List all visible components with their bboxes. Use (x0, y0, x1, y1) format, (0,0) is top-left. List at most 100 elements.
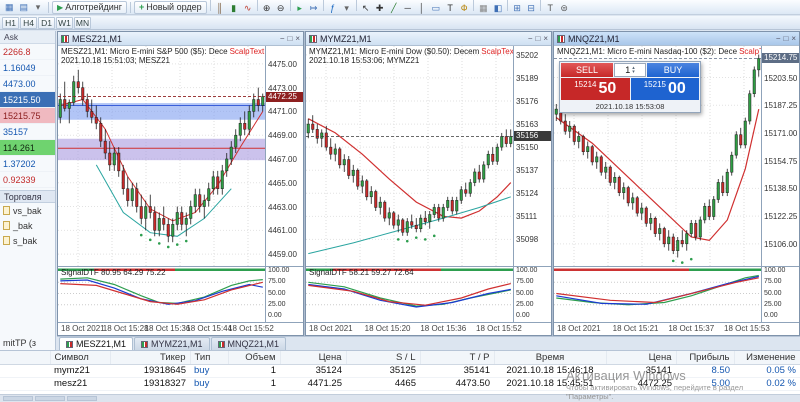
indicator-plot[interactable]: SignalDTF 58.21 59.27 72.64 (306, 267, 513, 322)
timeframe-w1[interactable]: W1 (56, 16, 73, 29)
trendline-icon[interactable]: ╱ (387, 2, 401, 15)
bar-chart-icon[interactable]: ║ (213, 1, 227, 14)
time-axis[interactable]: 18 Oct 2021 18 Oct 15:20 18 Oct 15:36 18 Oc… (306, 323, 551, 335)
stepper-down-icon[interactable]: ▾ (632, 70, 635, 75)
column-header[interactable]: S / L (346, 351, 421, 365)
grid-icon[interactable]: ▦ (476, 2, 491, 15)
crosshair-icon[interactable]: ✚ (373, 2, 387, 15)
line-chart-icon[interactable]: ∿ (241, 2, 255, 15)
window-close-button[interactable]: × (295, 34, 300, 43)
window-minimize-button[interactable]: − (528, 34, 533, 43)
ellipse-icon[interactable]: ⊜ (557, 2, 571, 15)
algo-trading-button[interactable]: ▶ Алготрейдинг (52, 0, 128, 14)
window-close-button[interactable]: × (791, 34, 796, 43)
cascade-windows-icon[interactable]: ⊟ (524, 2, 538, 15)
column-header[interactable] (0, 351, 51, 365)
chart-tab-mymz21-m1[interactable]: MYMZ21,M1 (134, 337, 210, 350)
window-restore-button[interactable]: □ (535, 34, 540, 43)
zoom-in-icon[interactable]: ⊕ (260, 2, 274, 15)
market-watch-row[interactable]: 1.16049 (0, 60, 55, 76)
window-restore-button[interactable]: □ (783, 34, 788, 43)
candlestick-chart-icon[interactable]: ▮ (227, 2, 241, 15)
timeframe-mn[interactable]: MN (74, 16, 91, 29)
indicator-plot[interactable]: SignalDTF 80.95 64.29 75.22 (58, 267, 265, 322)
toolbox-tab-stub[interactable] (3, 396, 33, 401)
time-axis[interactable]: 18 Oct 2021 18 Oct 15:28 18 Oct 15:36 18 Oc… (58, 323, 303, 335)
time-axis[interactable]: 18 Oct 2021 18 Oct 15:21 18 Oct 15:37 18 Oc… (554, 323, 799, 335)
expert-advisor-label[interactable]: mitTP (з (3, 338, 36, 348)
tile-windows-icon[interactable]: ⊞ (510, 2, 524, 15)
chart-tab-mesz21-m1[interactable]: MESZ21,M1 (59, 337, 134, 350)
market-watch-row[interactable]: 35157 (0, 124, 55, 140)
window-minimize-button[interactable]: − (280, 34, 285, 43)
chart-shift-icon[interactable]: ↦ (307, 2, 321, 15)
column-header[interactable]: Цена (280, 351, 347, 365)
lot-size-input[interactable]: 1 ▴ ▾ (614, 63, 646, 77)
column-header[interactable]: Изменение (734, 351, 800, 365)
market-watch-column-header[interactable]: Ask (0, 31, 55, 44)
market-watch-row[interactable]: 4473.00 (0, 76, 55, 92)
market-watch-row[interactable]: 0.92339 (0, 172, 55, 188)
indicator-scale[interactable]: 100.00 75.00 50.00 25.00 0.00 (265, 267, 303, 322)
price-plot[interactable]: MNQZ21,M1: Micro E-mini Nasdaq-100 ($2):… (554, 46, 761, 266)
toolbox-tab-stub[interactable] (67, 396, 97, 401)
buy-price-box[interactable]: 15215 00 (630, 78, 699, 100)
price-scale[interactable]: 15203.50 15187.25 15171.00 15154.75 15138.50… (761, 46, 799, 266)
horizontal-line-icon[interactable]: ─ (401, 1, 415, 14)
text-icon[interactable]: T (443, 1, 457, 14)
indicators-dropdown-icon[interactable]: ▾ (340, 2, 354, 15)
navigator-item[interactable]: vs_bak (0, 203, 55, 218)
market-watch-row[interactable]: 15215.50 (0, 92, 55, 108)
trade-section-header[interactable]: Торговля (0, 190, 55, 203)
indicator-plot[interactable] (554, 267, 761, 322)
column-header[interactable]: Символ (50, 351, 111, 365)
column-header[interactable]: Объем (228, 351, 281, 365)
navigator-item[interactable]: s_bak (0, 233, 55, 248)
rectangle-icon[interactable]: ▭ (429, 2, 444, 15)
position-row[interactable]: mymz21 19318645 buy 1 35124 35125 35141 2021.10… (0, 364, 800, 378)
market-watch-row[interactable]: 15215.75 (0, 108, 55, 124)
sell-button[interactable]: SELL (561, 63, 613, 77)
chart-tab-mnqz21-m1[interactable]: MNQZ21,M1 (210, 337, 287, 350)
buy-button[interactable]: BUY (647, 63, 699, 77)
profiles-dropdown-icon[interactable]: ▾ (31, 1, 45, 14)
price-scale[interactable]: 4475.00 4473.00 4471.00 4469.00 4467.00 4465.… (265, 46, 303, 266)
timeframe-h1[interactable]: H1 (2, 16, 19, 29)
new-chart-icon[interactable]: ▦ (2, 1, 17, 14)
timeframe-d1[interactable]: D1 (38, 16, 55, 29)
auto-scroll-icon[interactable]: ▸ (293, 2, 307, 15)
colors-icon[interactable]: ◧ (491, 2, 506, 15)
chart-window-titlebar[interactable]: MNQZ21,M1 − □ × (554, 32, 799, 46)
price-scale[interactable]: 35202 35189 35176 35163 35150 35137 35124 35111… (513, 46, 551, 266)
price-plot[interactable]: MESZ21,M1: Micro E-mini S&P 500 ($5): De… (58, 46, 265, 266)
market-watch-row[interactable]: 114.261 (0, 140, 55, 156)
lot-stepper[interactable]: ▴ ▾ (632, 66, 635, 75)
column-header[interactable]: T / P (420, 351, 495, 365)
navigator-item[interactable]: _bak (0, 218, 55, 233)
timeframe-h4[interactable]: H4 (20, 16, 37, 29)
window-close-button[interactable]: × (543, 34, 548, 43)
new-order-button[interactable]: + Новый ордер (134, 0, 207, 14)
indicator-scale[interactable]: 100.00 75.00 50.00 25.00 0.00 (513, 267, 551, 322)
cursor-icon[interactable]: ↖ (359, 2, 373, 15)
toolbox-tab-stub[interactable] (35, 396, 65, 401)
profiles-icon[interactable]: ▤ (17, 1, 32, 14)
indicators-icon[interactable]: ƒ (326, 1, 340, 14)
indicator-scale[interactable]: 100.00 75.00 50.00 25.00 0.00 (761, 267, 799, 322)
window-restore-button[interactable]: □ (287, 34, 292, 43)
fibonacci-icon[interactable]: Ф (457, 1, 471, 14)
column-header[interactable]: Цена (606, 351, 677, 365)
zoom-out-icon[interactable]: ⊖ (274, 2, 288, 15)
price-plot[interactable]: MYMZ21,M1: Micro E-mini Dow ($0.50): Dec… (306, 46, 513, 266)
column-header[interactable]: Тикер (110, 351, 191, 365)
vertical-line-icon[interactable]: │ (415, 1, 429, 14)
chart-window-titlebar[interactable]: MYMZ21,M1 − □ × (306, 32, 551, 46)
column-header[interactable]: Время (494, 351, 607, 365)
sell-price-box[interactable]: 15214 50 (561, 78, 630, 100)
position-row[interactable]: mesz21 19318327 buy 1 4471.25 4465 4473.50 2021… (0, 377, 800, 391)
window-minimize-button[interactable]: − (776, 34, 781, 43)
market-watch-row[interactable]: 1.37202 (0, 156, 55, 172)
market-watch-row[interactable]: 2266.8 (0, 44, 55, 60)
chart-window-titlebar[interactable]: MESZ21,M1 − □ × (58, 32, 303, 46)
column-header[interactable]: Прибыль (676, 351, 735, 365)
